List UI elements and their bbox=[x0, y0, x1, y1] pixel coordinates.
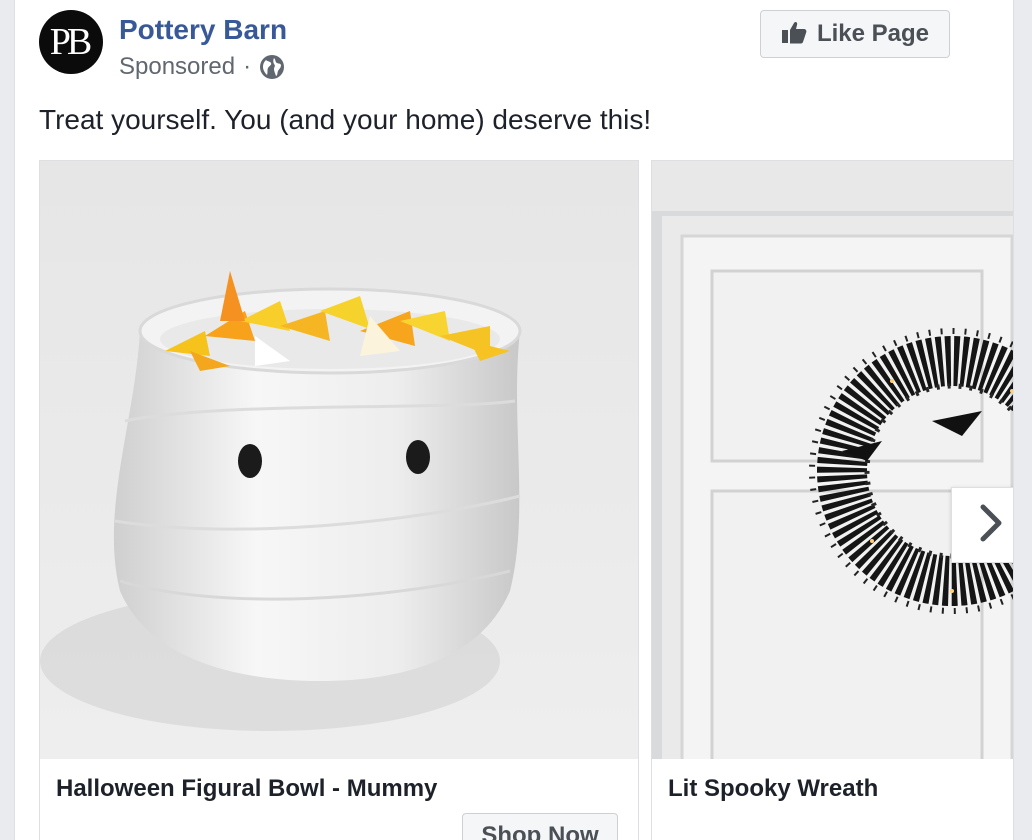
meta-separator: · bbox=[243, 53, 252, 80]
like-page-button[interactable]: Like Page bbox=[760, 10, 950, 58]
globe-icon[interactable] bbox=[259, 54, 285, 80]
carousel-card[interactable]: Halloween Figural Bowl - Mummy Shop Now bbox=[39, 160, 639, 840]
sponsored-label[interactable]: Sponsored bbox=[119, 52, 235, 82]
page-name-link[interactable]: Pottery Barn bbox=[119, 12, 287, 48]
like-page-label: Like Page bbox=[816, 20, 930, 47]
post-text: Treat yourself. You (and your home) dese… bbox=[39, 104, 652, 135]
card-title[interactable]: Halloween Figural Bowl - Mummy bbox=[56, 775, 437, 803]
page-avatar[interactable]: PB bbox=[39, 10, 103, 74]
post-meta: Sponsored · bbox=[119, 52, 285, 82]
sponsored-post: PB Pottery Barn Sponsored · Like Page Tr… bbox=[14, 0, 1014, 840]
carousel-next-button[interactable] bbox=[951, 487, 1013, 563]
card-title[interactable]: Lit Spooky Wreath bbox=[668, 775, 878, 803]
product-carousel: Halloween Figural Bowl - Mummy Shop Now bbox=[39, 160, 1013, 840]
chevron-right-icon bbox=[975, 503, 1007, 548]
page: PB Pottery Barn Sponsored · Like Page Tr… bbox=[0, 0, 1032, 840]
product-image-spooky-wreath[interactable] bbox=[652, 161, 1013, 759]
avatar-initials: PB bbox=[49, 21, 93, 63]
shop-now-button[interactable]: Shop Now bbox=[462, 813, 618, 840]
thumbs-up-icon bbox=[781, 19, 807, 50]
product-image-mummy-bowl[interactable] bbox=[40, 161, 638, 759]
